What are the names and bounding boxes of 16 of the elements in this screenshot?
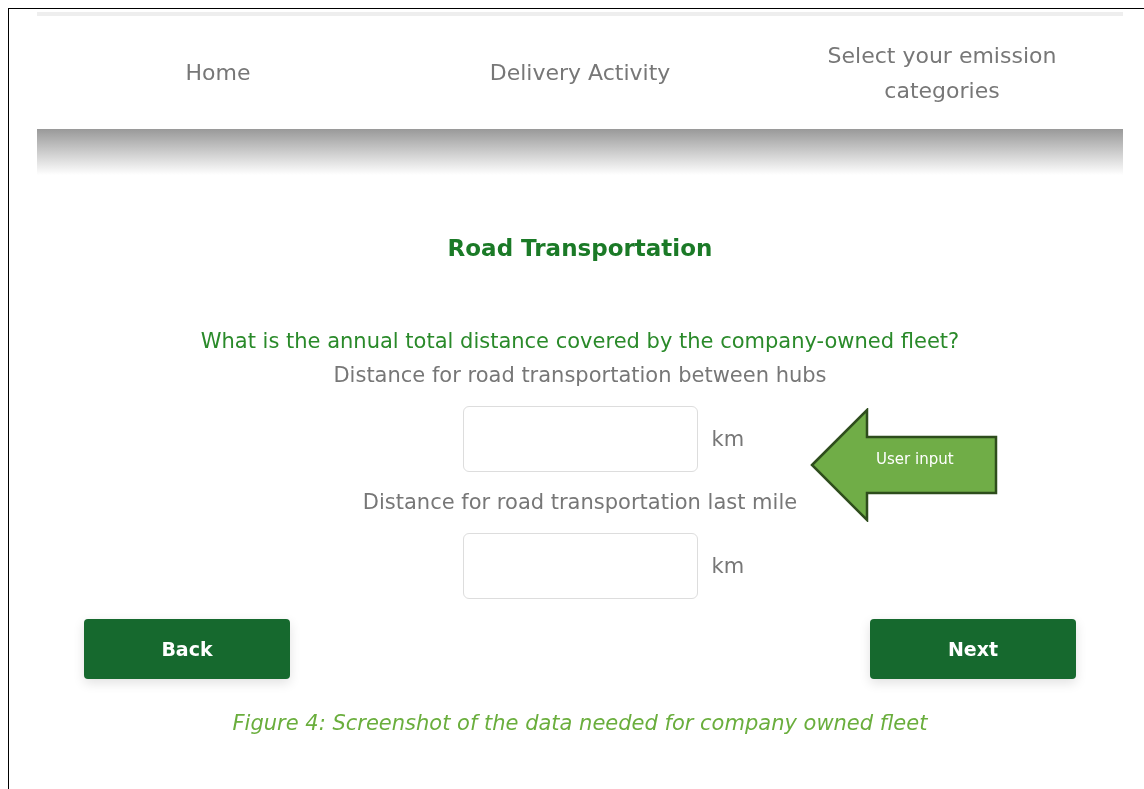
back-button[interactable]: Back <box>84 619 290 679</box>
figure-caption: Figure 4: Screenshot of the data needed for company owned fleet <box>232 711 928 735</box>
field-label: Distance for road transportation last mile <box>362 490 798 514</box>
section-title: Road Transportation <box>447 235 713 261</box>
unit-label: km <box>711 427 746 451</box>
callout-label: User input <box>876 450 954 468</box>
question-text: What is the annual total distance covered by the company-owned fleet? <box>200 329 960 353</box>
left-arrow-icon <box>810 408 998 522</box>
distance-input[interactable] <box>462 533 698 599</box>
nav-link[interactable]: Home <box>37 55 399 90</box>
next-button[interactable]: Next <box>870 619 1076 679</box>
nav-link[interactable]: Delivery Activity <box>399 55 761 90</box>
nav-link[interactable]: Select your emission categories <box>761 37 1123 108</box>
distance-input[interactable] <box>462 406 698 472</box>
unit-label: km <box>711 554 746 578</box>
field-label: Distance for road transportation between hubs <box>333 363 827 387</box>
